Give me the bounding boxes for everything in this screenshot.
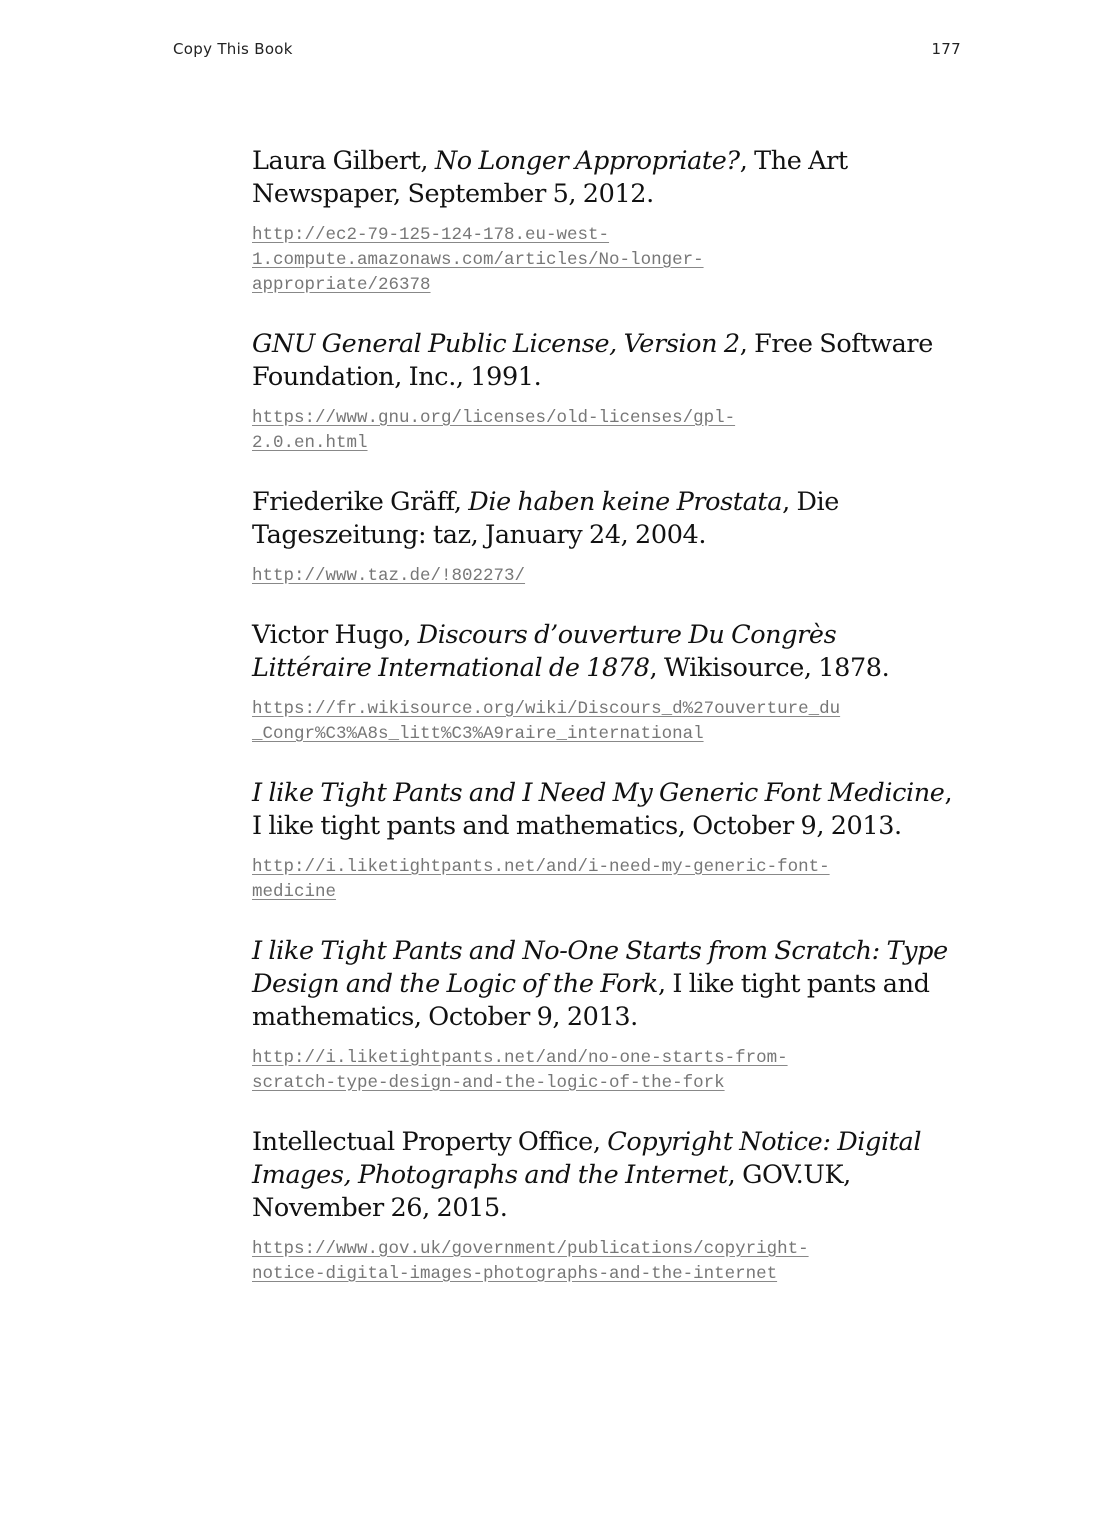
- url-line: scratch-type-design-and-the-logic-of-the…: [252, 1073, 725, 1093]
- citation-author: Victor Hugo,: [252, 620, 418, 650]
- reference-entry: Friederike Gräff, Die haben keine Prosta…: [252, 486, 957, 589]
- url-line: _Congr%C3%A8s_litt%C3%A9raire_internatio…: [252, 724, 704, 744]
- url-line: notice-digital-images-photographs-and-th…: [252, 1264, 778, 1284]
- reference-url-link[interactable]: http://i.liketightpants.net/and/no-one-s…: [252, 1046, 957, 1096]
- url-line: appropriate/26378: [252, 275, 431, 295]
- reference-url-link[interactable]: http://www.taz.de/!802273/: [252, 564, 957, 589]
- reference-citation: Victor Hugo, Discours d’ouverture Du Con…: [252, 619, 957, 685]
- reference-entry: Intellectual Property Office, Copyright …: [252, 1126, 957, 1287]
- url-line: http://www.taz.de/!802273/: [252, 566, 526, 586]
- citation-title: No Longer Appropriate?: [434, 146, 740, 176]
- url-line: http://ec2-79-125-124-178.eu-west-: [252, 225, 610, 245]
- reference-citation: Intellectual Property Office, Copyright …: [252, 1126, 957, 1225]
- reference-url-link[interactable]: https://www.gov.uk/government/publicatio…: [252, 1237, 957, 1287]
- running-header: Copy This Book 177: [173, 38, 961, 60]
- reference-citation: Friederike Gräff, Die haben keine Prosta…: [252, 486, 957, 552]
- citation-title: GNU General Public License, Version 2: [252, 329, 740, 359]
- reference-url-link[interactable]: http://i.liketightpants.net/and/i-need-m…: [252, 855, 957, 905]
- reference-citation: I like Tight Pants and I Need My Generic…: [252, 777, 957, 843]
- url-line: https://www.gov.uk/government/publicatio…: [252, 1239, 809, 1259]
- citation-author: Laura Gilbert,: [252, 146, 435, 176]
- citation-title: I like Tight Pants and I Need My Generic…: [252, 778, 945, 808]
- url-line: https://fr.wikisource.org/wiki/Discours_…: [252, 699, 841, 719]
- reference-entry: Victor Hugo, Discours d’ouverture Du Con…: [252, 619, 957, 747]
- citation-author: Friederike Gräff,: [252, 487, 469, 517]
- url-line: 1.compute.amazonaws.com/articles/No-long…: [252, 250, 704, 270]
- reference-url-link[interactable]: https://www.gnu.org/licenses/old-license…: [252, 406, 957, 456]
- reference-citation: GNU General Public License, Version 2, F…: [252, 328, 957, 394]
- url-line: http://i.liketightpants.net/and/i-need-m…: [252, 857, 830, 877]
- citation-title: Die haben keine Prostata: [468, 487, 783, 517]
- reference-entry: I like Tight Pants and I Need My Generic…: [252, 777, 957, 905]
- url-line: medicine: [252, 882, 337, 902]
- reference-entry: Laura Gilbert, No Longer Appropriate?, T…: [252, 145, 957, 298]
- page-number: 177: [931, 40, 961, 58]
- reference-entry: I like Tight Pants and No-One Starts fro…: [252, 935, 957, 1096]
- reference-url-link[interactable]: https://fr.wikisource.org/wiki/Discours_…: [252, 697, 957, 747]
- citation-source: , Wikisource, 1878.: [649, 653, 890, 683]
- url-line: http://i.liketightpants.net/and/no-one-s…: [252, 1048, 788, 1068]
- book-title: Copy This Book: [173, 40, 293, 58]
- reference-citation: Laura Gilbert, No Longer Appropriate?, T…: [252, 145, 957, 211]
- url-line: https://www.gnu.org/licenses/old-license…: [252, 408, 736, 428]
- reference-url-link[interactable]: http://ec2-79-125-124-178.eu-west- 1.comp…: [252, 223, 957, 298]
- reference-entry: GNU General Public License, Version 2, F…: [252, 328, 957, 456]
- reference-list: Laura Gilbert, No Longer Appropriate?, T…: [252, 145, 957, 1317]
- url-line: 2.0.en.html: [252, 433, 368, 453]
- citation-author: Intellectual Property Office,: [252, 1127, 608, 1157]
- reference-citation: I like Tight Pants and No-One Starts fro…: [252, 935, 957, 1034]
